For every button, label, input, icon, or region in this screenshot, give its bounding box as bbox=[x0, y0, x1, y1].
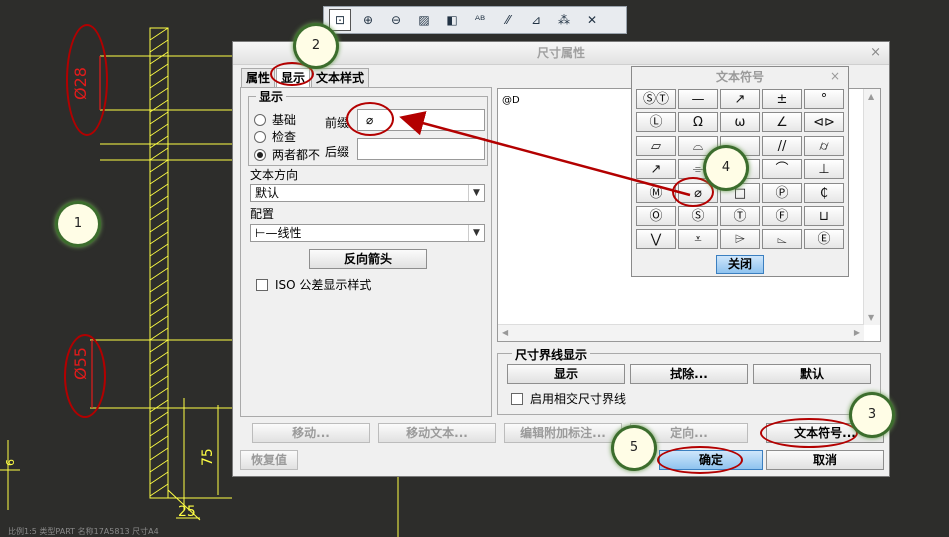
step-callout-3: 3 bbox=[852, 395, 892, 435]
annotation-ellipse-dim28 bbox=[66, 24, 108, 136]
step-callout-5: 5 bbox=[614, 428, 654, 468]
annotation-arrow bbox=[399, 111, 691, 197]
annotation-ellipse-dim55 bbox=[64, 334, 106, 418]
annotation-ellipse-prefix bbox=[346, 102, 394, 136]
annotation-ellipse-display-tab bbox=[270, 62, 314, 86]
annotation-overlay bbox=[399, 111, 691, 197]
step-callout-1: 1 bbox=[58, 204, 98, 244]
annotation-ellipse-text-symbol bbox=[760, 418, 858, 448]
step-callout-2: 2 bbox=[296, 26, 336, 66]
step-callout-4: 4 bbox=[706, 148, 746, 188]
annotation-ellipse-ok bbox=[657, 446, 743, 474]
annotation-ellipse-diameter-symbol bbox=[672, 177, 714, 207]
